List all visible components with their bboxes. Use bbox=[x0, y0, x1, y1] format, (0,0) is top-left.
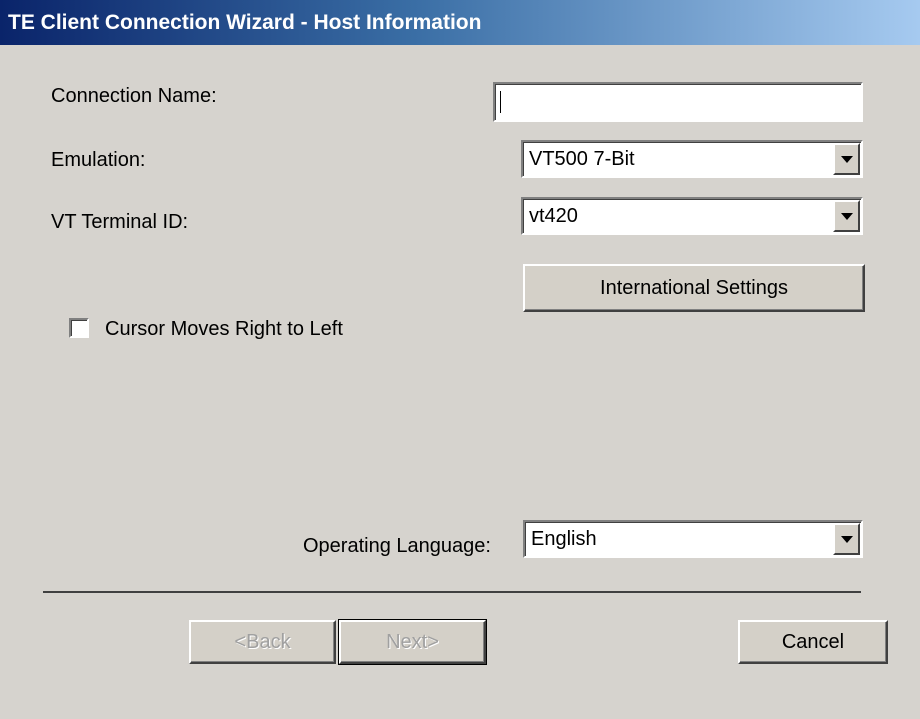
international-settings-button[interactable]: International Settings bbox=[523, 264, 865, 312]
text-caret bbox=[500, 91, 501, 113]
connection-name-label: Connection Name: bbox=[51, 85, 217, 107]
title-bar: TE Client Connection Wizard - Host Infor… bbox=[0, 0, 920, 45]
separator-line bbox=[43, 591, 861, 593]
dropdown-arrow-icon bbox=[840, 212, 853, 220]
connection-name-input[interactable] bbox=[493, 82, 863, 122]
cancel-button[interactable]: Cancel bbox=[738, 620, 888, 664]
cursor-rtl-label[interactable]: Cursor Moves Right to Left bbox=[105, 318, 343, 341]
dropdown-arrow-icon bbox=[840, 535, 853, 543]
emulation-dropdown-button[interactable] bbox=[833, 143, 860, 175]
emulation-value: VT500 7-Bit bbox=[529, 148, 635, 170]
emulation-select[interactable]: VT500 7-Bit bbox=[521, 140, 863, 178]
terminal-id-select[interactable]: vt420 bbox=[521, 197, 863, 235]
emulation-label: Emulation: bbox=[51, 149, 146, 171]
terminal-id-dropdown-button[interactable] bbox=[833, 200, 860, 232]
wizard-window: TE Client Connection Wizard - Host Infor… bbox=[0, 0, 920, 719]
operating-language-select[interactable]: English bbox=[523, 520, 863, 558]
cursor-rtl-checkbox[interactable] bbox=[69, 318, 89, 338]
dropdown-arrow-icon bbox=[840, 155, 853, 163]
terminal-id-label: VT Terminal ID: bbox=[51, 211, 189, 233]
back-button[interactable]: <Back bbox=[189, 620, 336, 664]
terminal-id-value: vt420 bbox=[529, 205, 578, 227]
next-button[interactable]: Next> bbox=[338, 619, 487, 665]
operating-language-value: English bbox=[531, 528, 597, 550]
operating-language-label: Operating Language: bbox=[303, 535, 491, 557]
operating-language-dropdown-button[interactable] bbox=[833, 523, 860, 555]
